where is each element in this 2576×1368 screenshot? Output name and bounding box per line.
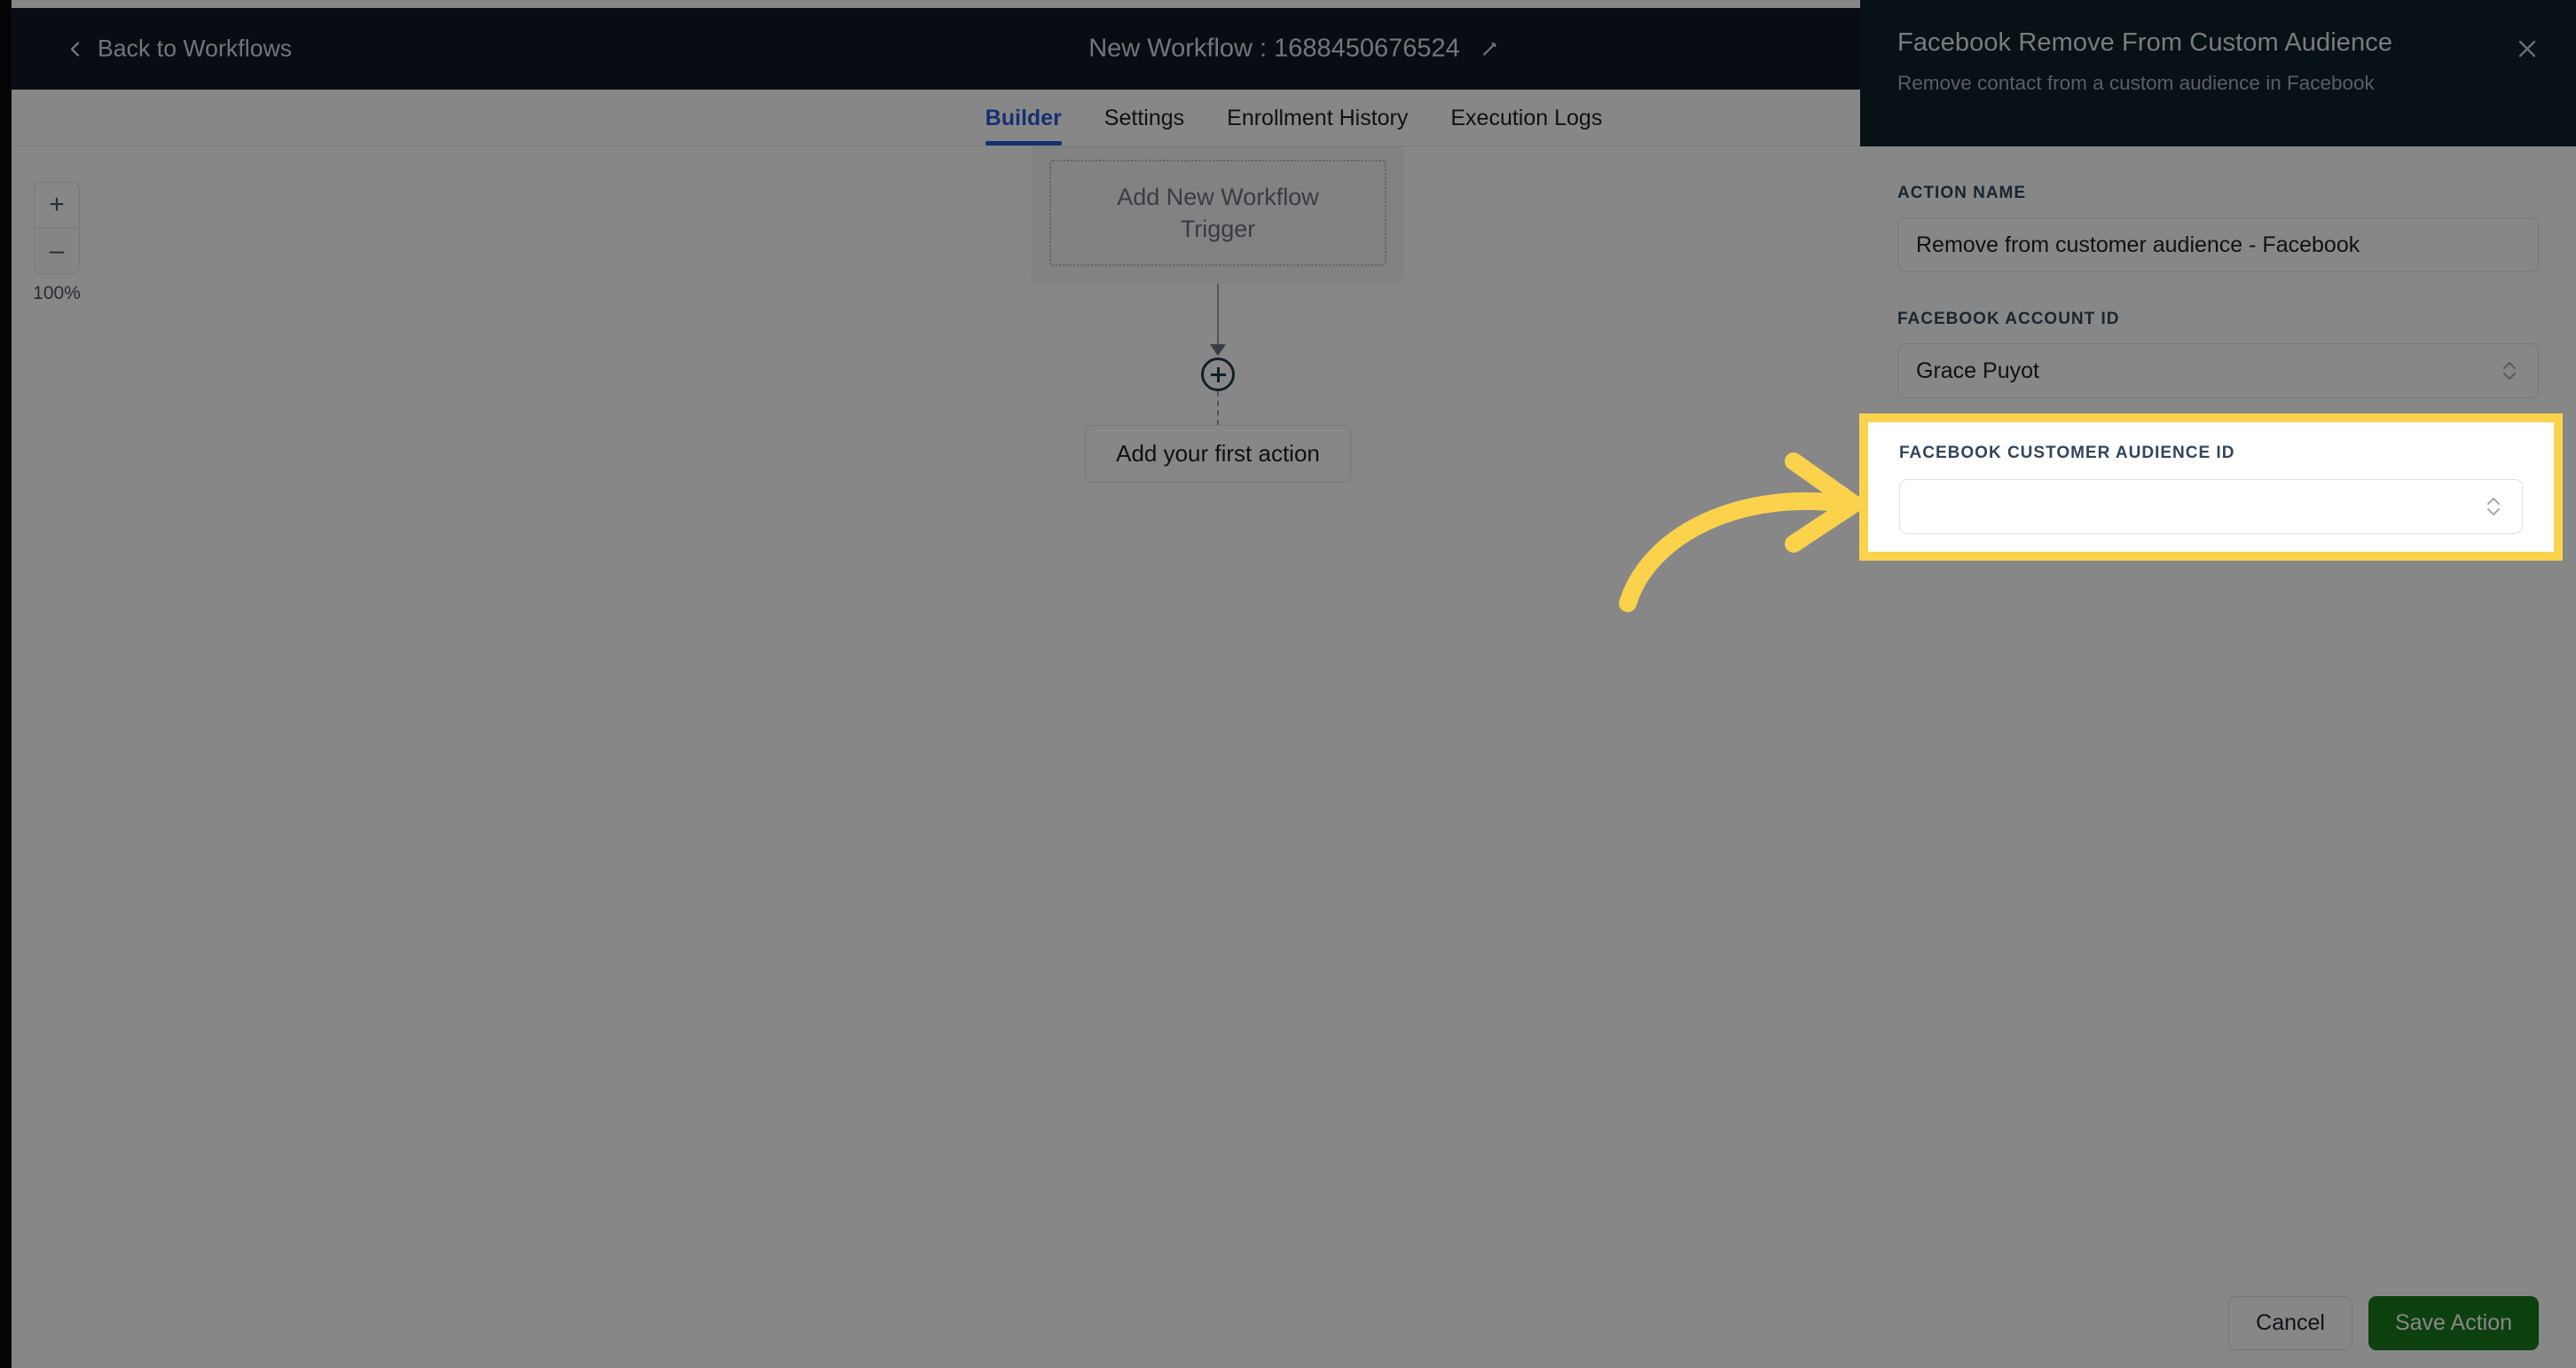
panel-title: Facebook Remove From Custom Audience: [1897, 28, 2393, 57]
action-name-input[interactable]: [1897, 217, 2539, 272]
tab-builder[interactable]: Builder: [964, 106, 1083, 145]
tab-builder-label: Builder: [985, 106, 1062, 130]
panel-body: ACTION NAME FACEBOOK ACCOUNT ID Grace Pu…: [1860, 146, 2576, 1278]
canvas-zoom-controls: + – 100%: [32, 182, 82, 304]
zoom-out-label: –: [49, 235, 65, 265]
zoom-in-label: +: [49, 190, 65, 219]
add-workflow-trigger-dropzone: Add New Workflow Trigger: [1049, 160, 1386, 266]
close-icon[interactable]: [2512, 34, 2542, 64]
workflow-canvas[interactable]: + – 100% Add New Workflow Trigger Add yo…: [12, 146, 1858, 1362]
graph-edge-dashed: [1217, 391, 1219, 425]
action-config-panel: Facebook Remove From Custom Audience Rem…: [1860, 0, 2576, 1368]
facebook-account-id-label: FACEBOOK ACCOUNT ID: [1897, 310, 2120, 328]
app-root: Back to Workflows New Workflow : 1688450…: [0, 0, 2576, 1368]
stepper-updown-icon: [2485, 493, 2502, 520]
back-to-workflows-button[interactable]: Back to Workflows: [67, 35, 292, 63]
tab-settings-label: Settings: [1103, 106, 1185, 130]
chevron-left-icon: [67, 40, 84, 58]
zoom-in-button[interactable]: +: [34, 182, 80, 228]
tab-execution-logs-label: Execution Logs: [1450, 106, 1603, 130]
facebook-customer-audience-id-select[interactable]: [1899, 479, 2523, 534]
tab-settings[interactable]: Settings: [1083, 106, 1206, 145]
add-first-action-button[interactable]: Add your first action: [1085, 425, 1351, 483]
panel-header: Facebook Remove From Custom Audience Rem…: [1860, 0, 2576, 146]
back-to-workflows-label: Back to Workflows: [98, 35, 293, 62]
tab-enrollment-history-label: Enrollment History: [1227, 106, 1409, 130]
zoom-level-label: 100%: [33, 283, 81, 303]
highlighted-field-block: FACEBOOK CUSTOMER AUDIENCE ID: [1859, 413, 2563, 561]
tab-enrollment-history[interactable]: Enrollment History: [1206, 106, 1429, 145]
stepper-updown-icon: [2501, 358, 2518, 384]
field-group-facebook-account-id: FACEBOOK ACCOUNT ID Grace Puyot: [1897, 310, 2539, 398]
add-workflow-trigger-card[interactable]: Add New Workflow Trigger: [1032, 146, 1404, 284]
cancel-button[interactable]: Cancel: [2228, 1296, 2352, 1350]
zoom-out-button[interactable]: –: [34, 228, 80, 274]
facebook-account-id-value: Grace Puyot: [1916, 358, 2039, 383]
graph-edge-solid: [1217, 284, 1219, 355]
panel-footer: Cancel Save Action: [1860, 1278, 2576, 1368]
save-action-button[interactable]: Save Action: [2368, 1296, 2539, 1350]
app-rail: [0, 0, 12, 1368]
pencil-icon[interactable]: [1480, 39, 1499, 59]
facebook-customer-audience-id-label: FACEBOOK CUSTOMER AUDIENCE ID: [1899, 444, 2235, 462]
facebook-account-id-select[interactable]: Grace Puyot: [1897, 343, 2539, 398]
workflow-title: New Workflow : 1688450676524: [1088, 34, 1460, 63]
field-group-action-name: ACTION NAME: [1897, 184, 2539, 272]
tab-execution-logs[interactable]: Execution Logs: [1429, 106, 1623, 145]
plus-circle-icon[interactable]: [1201, 358, 1235, 391]
action-name-label: ACTION NAME: [1897, 184, 2027, 202]
workflow-graph: Add New Workflow Trigger Add your first …: [1032, 146, 1404, 483]
panel-subtitle: Remove contact from a custom audience in…: [1897, 72, 2375, 94]
add-workflow-trigger-label: Add New Workflow Trigger: [1117, 183, 1319, 242]
add-first-action-label: Add your first action: [1116, 440, 1320, 467]
